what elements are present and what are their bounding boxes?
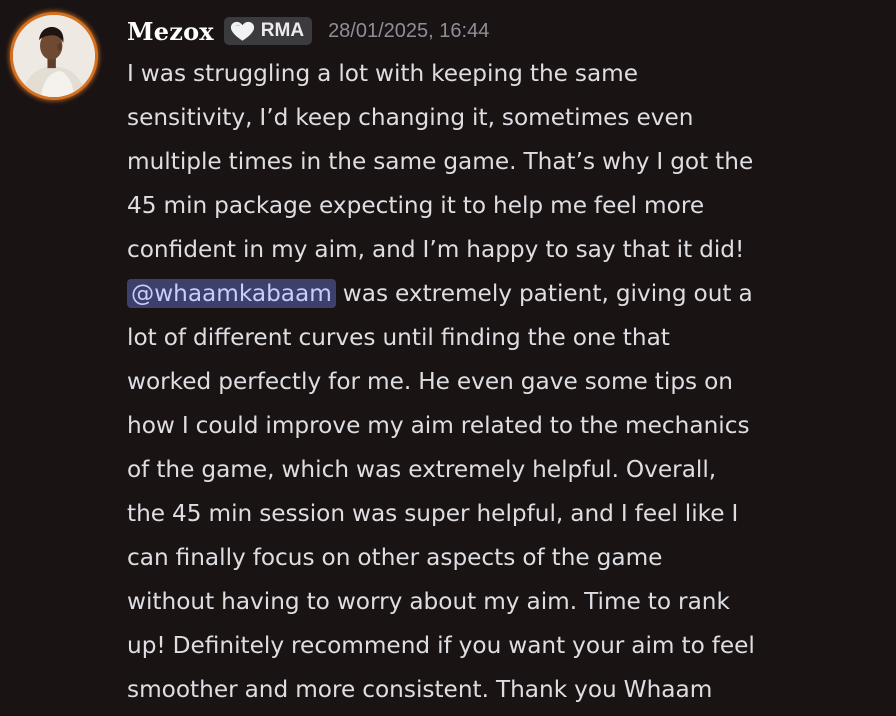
- message-line: without having to worry about my aim. Ti…: [127, 588, 730, 615]
- message-line: of the game, which was extremely helpful…: [127, 456, 717, 483]
- message-line: the 45 min session was super helpful, an…: [127, 500, 739, 527]
- message-content: I was struggling a lot with keeping the …: [127, 52, 887, 712]
- message-header: Mezox RMA 28/01/2025, 16:44: [127, 14, 489, 48]
- timestamp[interactable]: 28/01/2025, 16:44: [328, 20, 489, 43]
- message-line: confident in my aim, and I’m happy to sa…: [127, 236, 745, 263]
- message-line: how I could improve my aim related to th…: [127, 412, 750, 439]
- message-line: 45 min package expecting it to help me f…: [127, 192, 705, 219]
- chat-message: Mezox RMA 28/01/2025, 16:44 I was strugg…: [0, 0, 896, 716]
- message-line-text: was extremely patient, giving out a: [335, 280, 753, 307]
- heart-icon: [230, 21, 254, 41]
- message-line: can finally focus on other aspects of th…: [127, 544, 663, 571]
- avatar-image: [13, 15, 95, 97]
- server-tag[interactable]: RMA: [223, 17, 313, 45]
- avatar[interactable]: [10, 12, 98, 100]
- server-tag-label: RMA: [260, 20, 305, 41]
- user-mention[interactable]: @whaamkabaam: [127, 279, 336, 308]
- message-line: @whaamkabaam was extremely patient, givi…: [127, 272, 887, 316]
- message-line: up! Definitely recommend if you want you…: [127, 632, 755, 659]
- message-line: I was struggling a lot with keeping the …: [127, 60, 639, 87]
- message-line: lot of different curves until finding th…: [127, 324, 670, 351]
- message-line: multiple times in the same game. That’s …: [127, 148, 754, 175]
- username[interactable]: Mezox: [127, 17, 214, 46]
- message-line: sensitivity, I’d keep changing it, somet…: [127, 104, 694, 131]
- message-line: smoother and more consistent. Thank you …: [127, 676, 713, 703]
- message-line: worked perfectly for me. He even gave so…: [127, 368, 733, 395]
